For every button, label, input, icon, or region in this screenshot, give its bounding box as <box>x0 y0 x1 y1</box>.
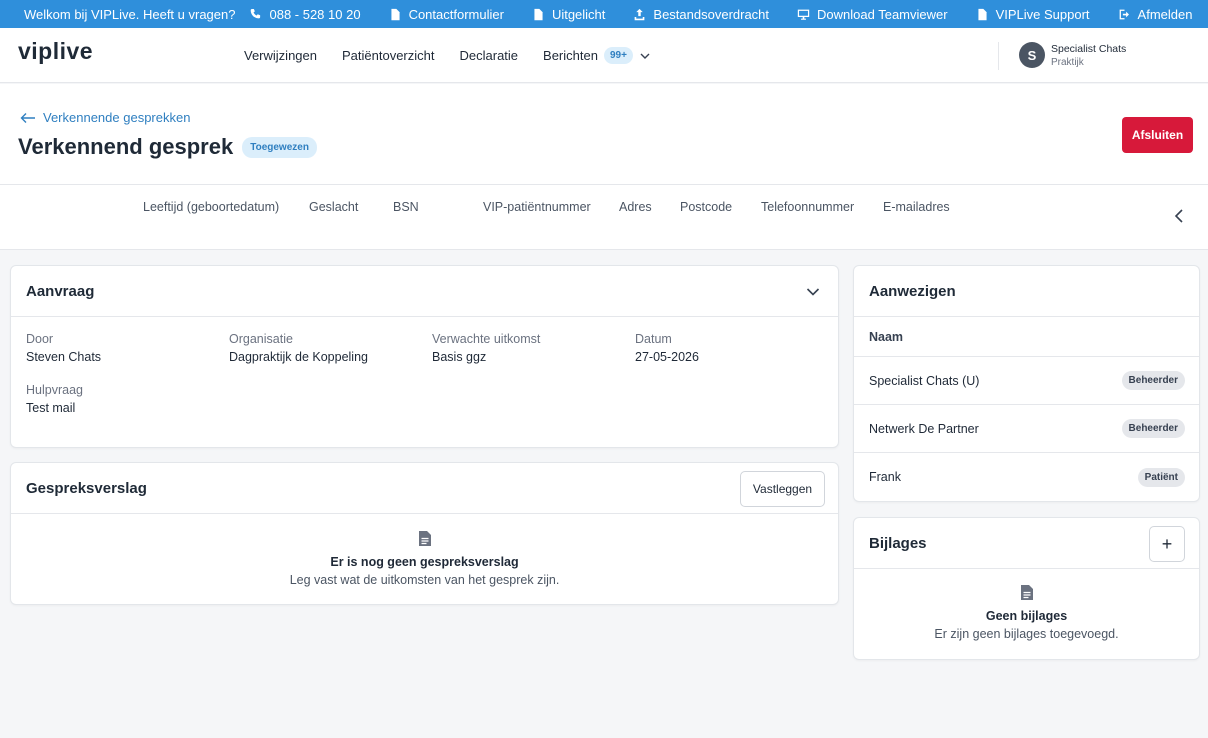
logo[interactable]: viplive <box>18 38 93 65</box>
role-badge: Patiënt <box>1137 467 1185 487</box>
empty-state-description: Er zijn geen bijlages toegevoegd. <box>934 627 1119 641</box>
user-role: Praktijk <box>1051 56 1084 68</box>
nav-menu: Verwijzingen Patiëntoverzicht Declaratie… <box>244 28 676 83</box>
field-value: Dagpraktijk de Koppeling <box>229 350 368 364</box>
status-badge: Toegewezen <box>242 136 317 158</box>
report-card: Gespreksverslag Vastleggen Er is nog gee… <box>10 462 839 605</box>
nav-item-berichten[interactable]: Berichten 99+ <box>543 47 651 64</box>
chevron-left-icon[interactable] <box>1172 208 1186 224</box>
teamviewer-link[interactable]: Download Teamviewer <box>797 7 948 22</box>
title-row: Verkennend gesprek Toegewezen <box>18 134 317 160</box>
empty-state-title: Geen bijlages <box>985 609 1068 623</box>
patient-field-bsn: BSN <box>393 200 419 214</box>
chevron-down-icon[interactable] <box>806 286 820 298</box>
card-title: Bijlages <box>869 534 927 552</box>
welcome-text: Welkom bij VIPLive. Heeft u vragen? <box>24 6 236 22</box>
nav-item-patientoverzicht[interactable]: Patiëntoverzicht <box>342 48 435 63</box>
attachments-card-header: Bijlages <box>854 518 1199 569</box>
attendee-name: Frank <box>869 470 901 484</box>
monitor-icon <box>797 9 810 20</box>
empty-state-description: Leg vast wat de uitkomsten van het gespr… <box>289 573 560 587</box>
close-conversation-button[interactable]: Afsluiten <box>1122 117 1193 153</box>
card-title: Gespreksverslag <box>26 479 147 497</box>
role-badge: Beheerder <box>1121 419 1185 438</box>
attendee-row: Specialist Chats (U) Beheerder <box>854 357 1199 405</box>
arrow-left-icon <box>20 112 35 123</box>
logout-icon <box>1119 9 1129 19</box>
page-title: Verkennend gesprek <box>18 134 234 159</box>
request-card-header[interactable]: Aanvraag <box>11 266 838 317</box>
attendees-card-header: Aanwezigen <box>854 266 1199 317</box>
field-value: Basis ggz <box>432 350 487 364</box>
divider <box>998 42 999 70</box>
nav-item-declaratie[interactable]: Declaratie <box>460 48 519 63</box>
field-value: Steven Chats <box>26 350 102 364</box>
field-label: Verwachte uitkomst <box>432 332 541 346</box>
patient-field-address: Adres <box>619 200 652 214</box>
attendee-row: Frank Patiënt <box>854 453 1199 501</box>
logout-link[interactable]: Afmelden <box>1118 7 1192 22</box>
main-nav: viplive Verwijzingen Patiëntoverzicht De… <box>0 28 1208 83</box>
empty-state: Geen bijlages Er zijn geen bijlages toeg… <box>854 584 1199 641</box>
patient-field-gender: Geslacht <box>309 200 359 214</box>
back-link-label: Verkennende gesprekken <box>43 110 191 125</box>
role-badge: Beheerder <box>1121 371 1185 390</box>
patient-field-email: E-mailadres <box>883 200 950 214</box>
avatar: S <box>1019 42 1045 68</box>
attachments-card: Bijlages + Geen bijlages Er zijn geen bi… <box>853 517 1200 660</box>
attendee-name: Netwerk De Partner <box>869 421 979 436</box>
field-value: Test mail <box>26 401 76 415</box>
phone-link[interactable]: 088 - 528 10 20 <box>249 7 361 22</box>
document-icon <box>978 8 987 20</box>
field-label: Door <box>26 332 54 346</box>
request-card: Aanvraag Door Steven Chats Organisatie D… <box>10 265 839 448</box>
patient-field-age: Leeftijd (geboortedatum) <box>143 200 280 214</box>
empty-state: Er is nog geen gespreksverslag Leg vast … <box>11 530 838 587</box>
back-link[interactable]: Verkennende gesprekken <box>20 110 190 125</box>
field-label: Organisatie <box>229 332 293 346</box>
chevron-down-icon <box>640 53 650 59</box>
document-icon <box>391 8 400 20</box>
patient-info-bar: Leeftijd (geboortedatum) Geslacht BSN VI… <box>0 185 1208 250</box>
upload-icon <box>635 8 645 20</box>
utility-bar: Welkom bij VIPLive. Heeft u vragen? 088 … <box>0 0 1208 28</box>
attendee-name: Specialist Chats (U) <box>869 373 980 388</box>
field-label: Hulpvraag <box>26 383 83 397</box>
patient-field-phone: Telefoonnummer <box>761 200 855 214</box>
contact-form-link[interactable]: Contactformulier <box>389 7 504 22</box>
file-transfer-link[interactable]: Bestandsoverdracht <box>633 7 769 22</box>
document-icon <box>418 531 431 546</box>
column-header-name: Naam <box>854 317 1199 357</box>
add-attachment-button[interactable]: + <box>1149 526 1185 562</box>
field-label: Datum <box>635 332 672 346</box>
nav-item-label: Berichten <box>543 48 598 63</box>
document-icon <box>1020 585 1033 600</box>
page-header: Verkennende gesprekken Verkennend gespre… <box>0 84 1208 185</box>
document-icon <box>534 8 543 20</box>
attendee-row: Netwerk De Partner Beheerder <box>854 405 1199 453</box>
attendees-card: Aanwezigen Naam Specialist Chats (U) Beh… <box>853 265 1200 502</box>
patient-field-vip-number: VIP-patiëntnummer <box>483 200 591 214</box>
save-report-button[interactable]: Vastleggen <box>740 471 825 507</box>
field-value: 27-05-2026 <box>635 350 699 364</box>
highlight-link[interactable]: Uitgelicht <box>532 7 605 22</box>
card-title: Aanvraag <box>26 282 95 300</box>
user-name: Specialist Chats <box>1051 42 1127 55</box>
nav-item-verwijzingen[interactable]: Verwijzingen <box>244 48 317 63</box>
user-menu[interactable]: S Specialist Chats Praktijk <box>1019 42 1126 68</box>
message-count-badge: 99+ <box>603 47 633 64</box>
report-card-header: Gespreksverslag <box>11 463 838 514</box>
phone-icon <box>251 8 261 18</box>
patient-field-postcode: Postcode <box>680 200 733 214</box>
card-title: Aanwezigen <box>869 282 956 300</box>
empty-state-title: Er is nog geen gespreksverslag <box>330 555 519 569</box>
support-link[interactable]: VIPLive Support <box>976 7 1090 22</box>
